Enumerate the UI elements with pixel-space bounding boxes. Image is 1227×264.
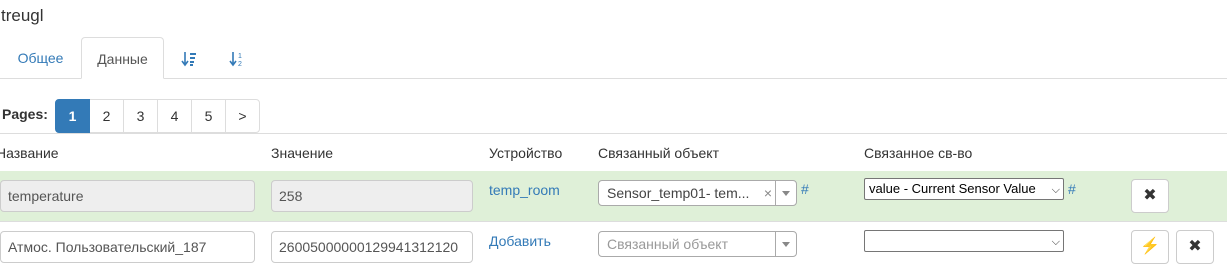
clear-icon[interactable]: ×	[764, 185, 772, 201]
bolt-icon: ⚡	[1140, 238, 1160, 255]
page-2-button[interactable]: 2	[89, 99, 124, 133]
page-1-button[interactable]: 1	[55, 99, 90, 133]
linked-object-select[interactable]: Связанный объект	[598, 231, 797, 257]
row-divider	[0, 221, 1227, 222]
svg-text:1: 1	[238, 53, 242, 60]
chevron-down-icon: ⌵	[1051, 184, 1060, 196]
next-page-button[interactable]: >	[225, 99, 260, 133]
page-title: treugl	[1, 6, 44, 25]
sort-numeric-asc-icon: 1 2	[229, 52, 242, 68]
pagination: 1 2 3 4 5 >	[55, 99, 260, 133]
close-icon: ✖	[1188, 238, 1202, 255]
linked-object-placeholder: Связанный объект	[607, 236, 728, 252]
tab-sort-numeric[interactable]: 1 2	[224, 37, 250, 79]
sort-amount-asc-icon	[181, 52, 196, 67]
value-field[interactable]: 258	[271, 180, 473, 212]
page-3-button[interactable]: 3	[123, 99, 158, 133]
action-button[interactable]: ⚡	[1131, 230, 1169, 264]
name-field[interactable]: Атмос. Пользовательский_187	[0, 231, 255, 263]
svg-text:2: 2	[238, 61, 242, 67]
name-field[interactable]: temperature	[0, 180, 255, 212]
delete-button[interactable]: ✖	[1176, 230, 1214, 264]
linked-property-value: value - Current Sensor Value	[869, 181, 1036, 196]
chevron-down-icon: ⌵	[1051, 236, 1060, 248]
chevron-down-icon	[775, 232, 796, 256]
linked-property-hash-link[interactable]: #	[1068, 181, 1076, 197]
chevron-down-icon	[775, 181, 796, 205]
page-5-button[interactable]: 5	[191, 99, 226, 133]
column-header-name: Название	[0, 145, 59, 161]
linked-property-select[interactable]: value - Current Sensor Value ⌵	[864, 178, 1064, 200]
table-header-divider	[0, 133, 1227, 134]
close-icon: ✖	[1143, 187, 1157, 204]
add-device-link[interactable]: Добавить	[489, 233, 551, 249]
linked-object-value: Sensor_temp01- tem...	[607, 185, 750, 201]
tab-data[interactable]: Данные	[81, 37, 164, 79]
column-header-linked-object: Связанный объект	[598, 145, 719, 161]
linked-object-hash-link[interactable]: #	[801, 181, 809, 197]
column-header-linked-property: Связанное св-во	[864, 145, 973, 161]
page-4-button[interactable]: 4	[157, 99, 192, 133]
column-header-device: Устройство	[489, 145, 563, 161]
device-link[interactable]: temp_room	[489, 182, 560, 198]
linked-object-select[interactable]: Sensor_temp01- tem... ×	[598, 180, 797, 206]
delete-button[interactable]: ✖	[1131, 179, 1169, 213]
tab-sort-asc[interactable]	[176, 37, 202, 79]
value-field[interactable]: 26005000000129941312120	[271, 231, 473, 263]
column-header-value: Значение	[271, 145, 334, 161]
tab-general[interactable]: Общее	[4, 37, 77, 79]
pages-label: Pages:	[2, 106, 48, 122]
